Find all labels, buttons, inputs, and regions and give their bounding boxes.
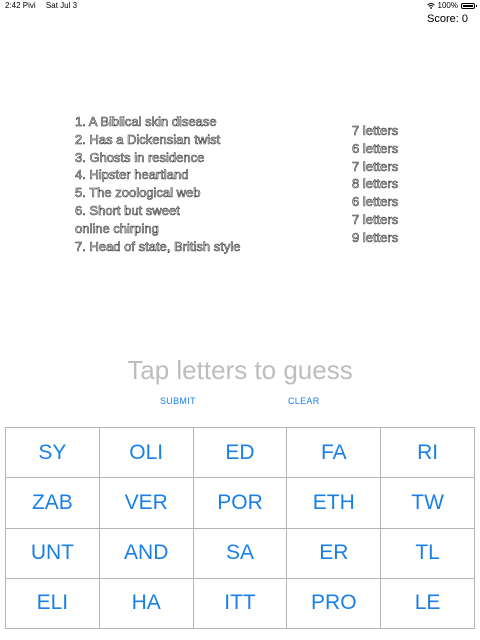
clue-line: 5. The zoological web [75,185,201,201]
word-length: 7 letters [352,211,399,228]
letter-tile[interactable]: OLI [99,428,194,479]
status-bar: 2:42 Pivi Sat Jul 3 100% [0,0,480,12]
clue-list: 1. A Biblical skin disease 2. Has a Dick… [75,113,241,255]
status-date: Sat Jul 3 [45,1,78,10]
letter-tile[interactable]: UNT [6,528,100,579]
letter-tile[interactable]: VER [99,478,194,529]
letter-tile[interactable]: HA [99,578,194,629]
letter-tile[interactable]: POR [193,478,288,529]
letter-tile[interactable]: ZAB [6,478,100,529]
letter-tile[interactable]: SY [6,428,100,479]
word-length: 6 letters [352,140,399,157]
clue-line: 1. A Biblical skin disease [75,114,217,130]
word-length: 7 letters [352,158,399,174]
clue-line: online chirping [75,220,159,236]
wifi-icon [426,2,435,9]
letter-tile[interactable]: ELI [6,578,100,629]
score-label: Score: 0 [427,13,468,25]
letter-tile[interactable]: ETH [287,478,382,529]
letter-tile[interactable]: ITT [193,578,288,629]
clue-line: 6. Short but sweet [75,202,180,219]
word-length: 8 letters [352,176,399,192]
length-list: 7 letters 6 letters 7 letters 8 letters … [352,122,399,247]
game-screen: 2:42 Pivi Sat Jul 3 100% Score: 0 1. A B… [0,0,480,640]
letter-tile[interactable]: ED [193,428,288,479]
status-left: 2:42 Pivi Sat Jul 3 [5,1,77,10]
submit-button[interactable]: SUBMIT [160,396,196,406]
letter-tile[interactable]: SA [193,528,288,579]
letter-tile[interactable]: ER [287,528,382,579]
status-time: 2:42 Pivi [5,1,36,10]
clue-line: 4. Hipster heartland [75,167,189,183]
word-length: 6 letters [352,194,399,210]
letter-tile[interactable]: AND [99,528,194,579]
clue-line: 7. Head of state, British style [75,238,241,254]
letter-tile[interactable]: TW [381,478,475,529]
letter-tile[interactable]: FA [287,428,382,479]
letter-tile[interactable]: TL [381,528,475,579]
guess-display: Tap letters to guess [127,355,353,385]
clue-line: 3. Ghosts in residence [75,149,205,165]
battery-percent: 100% [437,1,458,10]
word-length: 9 letters [352,229,399,245]
battery-icon [461,2,477,9]
word-length: 7 letters [352,123,399,139]
clear-button[interactable]: CLEAR [288,396,320,406]
letter-tile[interactable]: LE [381,578,475,629]
letter-grid: SY OLI ED FA RI ZAB VER POR ETH TW UNT A… [5,427,475,629]
letter-tile[interactable]: PRO [287,578,382,629]
status-right: 100% [426,1,477,10]
letter-tile[interactable]: RI [381,428,475,479]
clue-line: 2. Has a Dickensian twist [75,131,221,148]
